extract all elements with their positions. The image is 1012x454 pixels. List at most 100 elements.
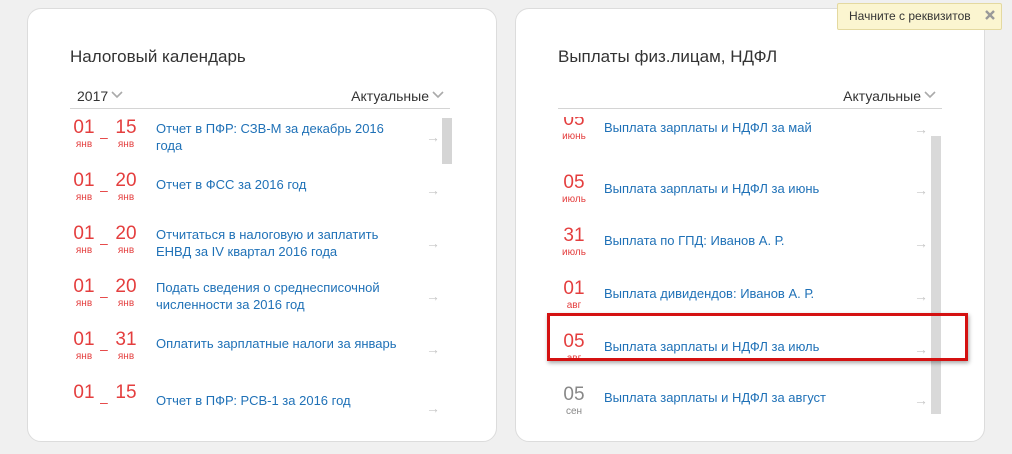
event-link[interactable]: Отчитаться в налоговую и заплатить ЕНВД … <box>156 226 406 260</box>
payments-card: Выплаты физ.лицам, НДФЛ Актуальные 05 июн… <box>515 8 985 442</box>
date-range: 01 янв – 20 янв <box>70 170 150 214</box>
day: 05 <box>563 117 585 130</box>
payment-link[interactable]: Выплата дивидендов: Иванов А. Р. <box>604 285 894 302</box>
payment-link[interactable]: Выплата зарплаты и НДФЛ за июнь <box>604 180 894 197</box>
event-link[interactable]: Отчет в ФСС за 2016 год <box>156 176 406 193</box>
start-day: 01 <box>73 329 95 350</box>
date-dash: – <box>100 129 108 145</box>
end-day: 20 <box>115 170 137 191</box>
tax-calendar-card: Налоговый календарь 2017 Актуальные 01 ян… <box>27 8 497 442</box>
close-icon[interactable] <box>984 9 996 21</box>
arrow-right-icon[interactable]: → <box>426 182 440 198</box>
list-item[interactable]: 01 – 15 Отчет в ПФР: РСВ-1 за 2016 год → <box>70 382 450 432</box>
start-month: янв <box>75 245 93 256</box>
end-month: янв <box>117 351 135 362</box>
day: 01 <box>563 278 585 299</box>
arrow-right-icon[interactable]: → <box>426 235 440 251</box>
month: авг <box>566 300 582 311</box>
date-dash: – <box>100 235 108 251</box>
date-range: 01 янв – 15 янв <box>70 117 150 161</box>
year-dropdown[interactable]: 2017 <box>77 88 123 104</box>
hint-tooltip: Начните с реквизитов <box>837 3 1002 30</box>
arrow-right-icon[interactable]: → <box>914 288 928 304</box>
end-month: янв <box>117 245 135 256</box>
start-month: янв <box>75 139 93 150</box>
list-item[interactable]: 01 янв – 20 янв Подать сведения о среднесп… <box>70 276 450 326</box>
month: авг <box>566 353 582 364</box>
day: 05 <box>563 331 585 352</box>
list-item[interactable]: 05 авг Выплата зарплаты и НДФЛ за июль → <box>558 331 942 381</box>
status-dropdown[interactable]: Актуальные <box>843 88 936 104</box>
event-link[interactable]: Оплатить зарплатные налоги за январь <box>156 335 406 352</box>
payment-link[interactable]: Выплата зарплаты и НДФЛ за август <box>604 389 894 406</box>
list-item[interactable]: 05 сен Выплата зарплаты и НДФЛ за август … <box>558 384 942 434</box>
date-dash: – <box>100 182 108 198</box>
arrow-right-icon[interactable]: → <box>914 341 928 357</box>
list-item[interactable]: 05 июнь Выплата зарплаты и НДФЛ за май → <box>558 117 942 159</box>
end-day: 15 <box>115 117 137 138</box>
list-item[interactable]: 01 янв – 20 янв Отчет в ФСС за 2016 год → <box>70 170 450 220</box>
list-item[interactable]: 01 янв – 31 янв Оплатить зарплатные налоги… <box>70 329 450 379</box>
list-item[interactable]: 31 июль Выплата по ГПД: Иванов А. Р. → <box>558 225 942 275</box>
payments-filter-bar: Актуальные <box>558 87 942 109</box>
month: июль <box>562 247 586 258</box>
status-dropdown[interactable]: Актуальные <box>351 88 444 104</box>
end-month: янв <box>117 298 135 309</box>
payments-list: 05 июнь Выплата зарплаты и НДФЛ за май → … <box>558 117 942 437</box>
tax-calendar-list: 01 янв – 15 янв Отчет в ПФР: СЗВ-М за дека… <box>70 117 450 437</box>
end-month: янв <box>117 192 135 203</box>
date-range: 01 – 15 <box>70 382 150 426</box>
arrow-right-icon[interactable]: → <box>426 341 440 357</box>
month: июнь <box>562 131 586 142</box>
date-range: 01 янв – 31 янв <box>70 329 150 373</box>
date-range: 01 янв – 20 янв <box>70 223 150 267</box>
start-day: 01 <box>73 170 95 191</box>
date-dash: – <box>100 394 108 410</box>
scrollbar[interactable] <box>931 136 941 414</box>
list-item[interactable]: 05 июль Выплата зарплаты и НДФЛ за июнь → <box>558 172 942 222</box>
list-item[interactable]: 01 янв – 15 янв Отчет в ПФР: СЗВ-М за дека… <box>70 117 450 167</box>
arrow-right-icon[interactable]: → <box>426 400 440 416</box>
tax-calendar-filter-bar: 2017 Актуальные <box>70 87 450 109</box>
end-day: 20 <box>115 223 137 244</box>
tooltip-text: Начните с реквизитов <box>849 9 971 23</box>
start-month: янв <box>75 351 93 362</box>
date-dash: – <box>100 341 108 357</box>
list-item[interactable]: 01 янв – 20 янв Отчитаться в налоговую и з… <box>70 223 450 273</box>
end-day: 31 <box>115 329 137 350</box>
chevron-down-icon <box>111 91 123 99</box>
start-day: 01 <box>73 276 95 297</box>
start-month: янв <box>75 298 93 309</box>
arrow-right-icon[interactable]: → <box>426 129 440 145</box>
chevron-down-icon <box>924 91 936 99</box>
event-link[interactable]: Подать сведения о среднесписочной числен… <box>156 279 406 313</box>
date-dash: – <box>100 288 108 304</box>
month: сен <box>565 406 583 417</box>
event-link[interactable]: Отчет в ПФР: РСВ-1 за 2016 год <box>156 392 406 409</box>
year-value: 2017 <box>77 88 109 104</box>
chevron-down-icon <box>432 91 444 99</box>
payment-link[interactable]: Выплата зарплаты и НДФЛ за июль <box>604 338 894 355</box>
date-range: 01 янв – 20 янв <box>70 276 150 320</box>
start-day: 01 <box>73 117 95 138</box>
end-month: янв <box>117 139 135 150</box>
day: 05 <box>563 384 585 405</box>
month: июль <box>562 194 586 205</box>
list-item[interactable]: 01 авг Выплата дивидендов: Иванов А. Р. → <box>558 278 942 328</box>
day: 05 <box>563 172 585 193</box>
arrow-right-icon[interactable]: → <box>914 392 928 408</box>
status-value: Актуальные <box>351 88 429 104</box>
payment-link[interactable]: Выплата зарплаты и НДФЛ за май <box>604 119 894 136</box>
tax-calendar-title: Налоговый календарь <box>70 47 246 66</box>
payments-title: Выплаты физ.лицам, НДФЛ <box>558 47 778 66</box>
event-link[interactable]: Отчет в ПФР: СЗВ-М за декабрь 2016 года <box>156 120 406 154</box>
arrow-right-icon[interactable]: → <box>426 288 440 304</box>
payment-link[interactable]: Выплата по ГПД: Иванов А. Р. <box>604 232 894 249</box>
start-month: янв <box>75 192 93 203</box>
arrow-right-icon[interactable]: → <box>914 182 928 198</box>
arrow-right-icon[interactable]: → <box>914 121 928 137</box>
day: 31 <box>563 225 585 246</box>
end-day: 20 <box>115 276 137 297</box>
arrow-right-icon[interactable]: → <box>914 235 928 251</box>
scrollbar[interactable] <box>442 118 452 164</box>
